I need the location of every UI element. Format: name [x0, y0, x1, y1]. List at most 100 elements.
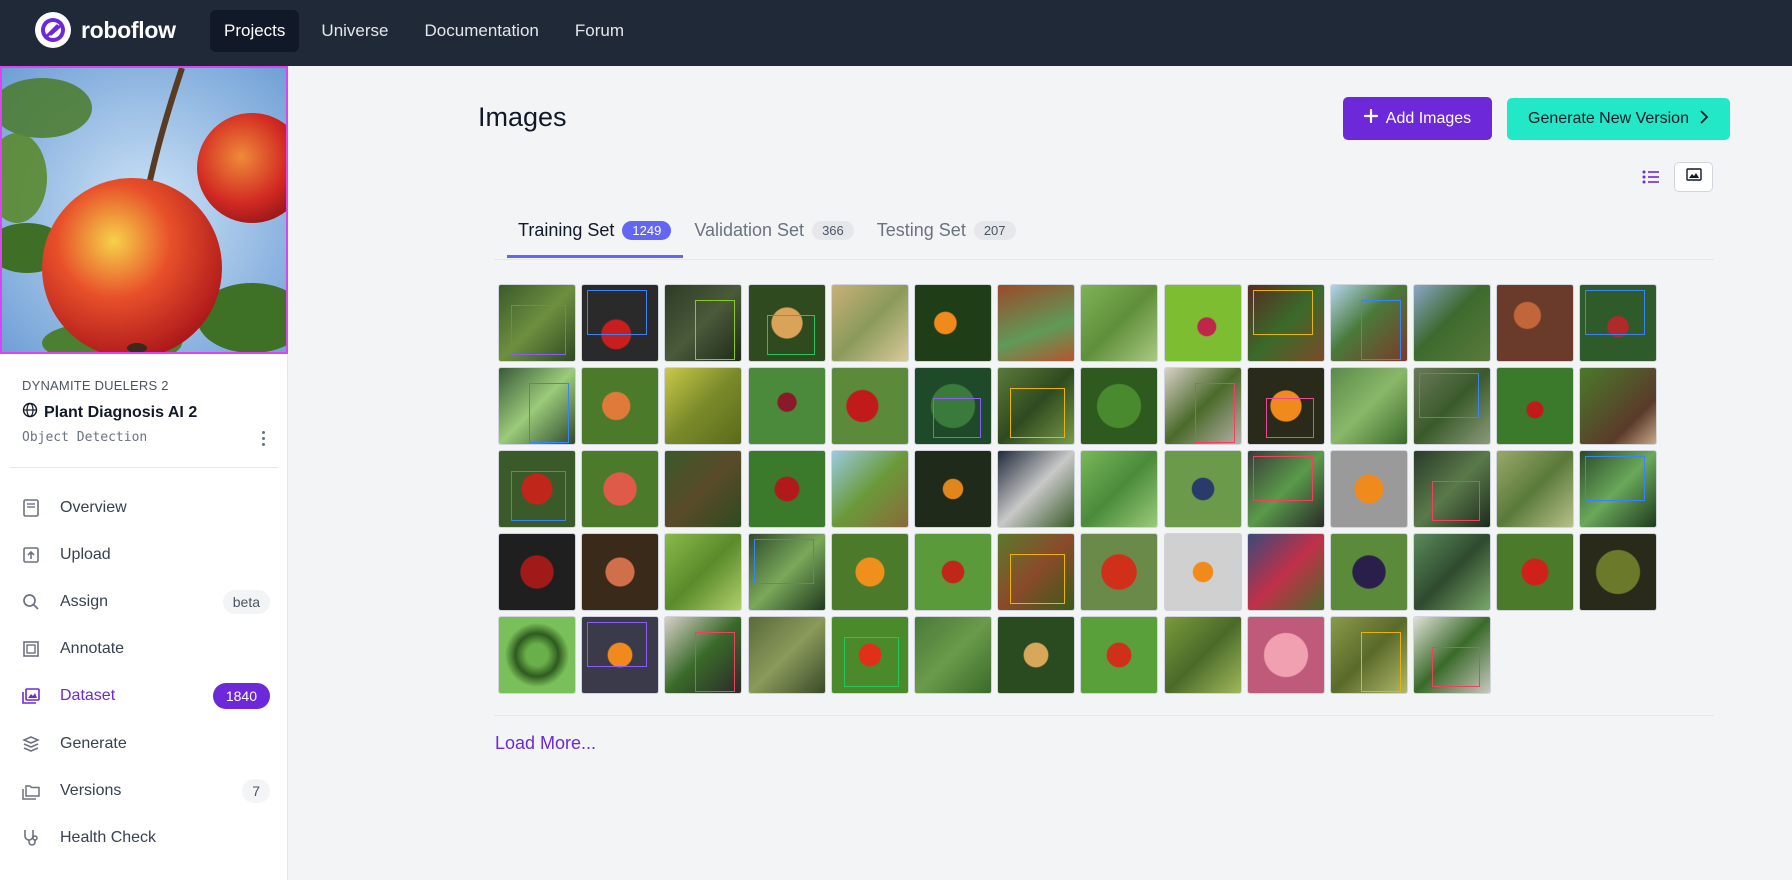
image-thumbnail[interactable] [913, 284, 992, 362]
image-thumbnail[interactable] [581, 450, 660, 528]
sidebar-item-dataset[interactable]: Dataset 1840 [0, 673, 288, 720]
image-thumbnail[interactable] [997, 616, 1076, 694]
image-thumbnail[interactable] [498, 284, 576, 362]
add-images-button[interactable]: Add Images [1343, 97, 1492, 140]
nav-link-projects[interactable]: Projects [210, 10, 300, 52]
image-thumbnail[interactable] [498, 367, 576, 445]
image-thumbnail[interactable] [1163, 616, 1242, 694]
image-thumbnail[interactable] [997, 284, 1076, 362]
sidebar-item-overview[interactable]: Overview [0, 484, 288, 531]
upload-icon [20, 544, 42, 566]
annotation-box [511, 471, 566, 521]
image-thumbnail[interactable] [1163, 284, 1242, 362]
image-thumbnail[interactable] [1080, 616, 1159, 694]
image-thumbnail[interactable] [664, 367, 743, 445]
tab-validation-set[interactable]: Validation Set 366 [683, 208, 865, 258]
image-thumbnail[interactable] [997, 367, 1076, 445]
image-thumbnail[interactable] [581, 533, 660, 611]
image-thumbnail[interactable] [1163, 533, 1242, 611]
image-thumbnail[interactable] [498, 533, 576, 611]
tab-testing-set[interactable]: Testing Set 207 [866, 208, 1028, 258]
image-thumbnail[interactable] [1579, 284, 1658, 362]
image-thumbnail[interactable] [1080, 450, 1159, 528]
image-thumbnail[interactable] [1246, 367, 1325, 445]
image-thumbnail[interactable] [1496, 284, 1575, 362]
image-thumbnail[interactable] [664, 284, 743, 362]
image-thumbnail[interactable] [1246, 450, 1325, 528]
image-thumbnail[interactable] [1496, 533, 1575, 611]
sidebar-item-health-check[interactable]: Health Check [0, 814, 288, 861]
image-thumbnail[interactable] [747, 450, 826, 528]
image-view-button[interactable] [1674, 162, 1713, 192]
image-thumbnail[interactable] [664, 616, 743, 694]
nav-link-documentation[interactable]: Documentation [411, 10, 553, 52]
image-thumbnail[interactable] [664, 533, 743, 611]
image-thumbnail[interactable] [498, 616, 576, 694]
image-thumbnail[interactable] [913, 616, 992, 694]
image-thumbnail[interactable] [1163, 367, 1242, 445]
image-thumbnail[interactable] [1579, 367, 1658, 445]
image-thumbnail[interactable] [913, 533, 992, 611]
annotation-box [1265, 398, 1314, 438]
image-thumbnail[interactable] [1329, 284, 1408, 362]
image-thumbnail[interactable] [1413, 367, 1492, 445]
image-thumbnail[interactable] [1413, 533, 1492, 611]
image-thumbnail[interactable] [1413, 450, 1492, 528]
image-thumbnail[interactable] [997, 533, 1076, 611]
image-thumbnail[interactable] [1163, 450, 1242, 528]
list-view-icon[interactable] [1640, 166, 1662, 188]
image-thumbnail[interactable] [1329, 450, 1408, 528]
image-thumbnail[interactable] [1080, 533, 1159, 611]
image-thumbnail[interactable] [830, 616, 909, 694]
image-thumbnail[interactable] [1246, 616, 1325, 694]
image-thumbnail[interactable] [830, 284, 909, 362]
image-thumbnail[interactable] [747, 533, 826, 611]
image-thumbnail[interactable] [581, 284, 660, 362]
project-cover-image[interactable] [0, 66, 288, 354]
image-thumbnail[interactable] [1413, 284, 1492, 362]
image-thumbnail[interactable] [1246, 533, 1325, 611]
tab-training-set[interactable]: Training Set 1249 [507, 208, 684, 258]
image-thumbnail[interactable] [913, 450, 992, 528]
project-name: Plant Diagnosis AI 2 [44, 403, 198, 421]
image-thumbnail[interactable] [830, 367, 909, 445]
nav-link-universe[interactable]: Universe [307, 10, 402, 52]
brand[interactable]: roboflow [35, 12, 176, 48]
image-thumbnail[interactable] [581, 616, 660, 694]
sidebar-item-versions[interactable]: Versions 7 [0, 767, 288, 814]
image-icon [1685, 168, 1702, 186]
image-thumbnail[interactable] [1496, 450, 1575, 528]
nav-link-forum[interactable]: Forum [561, 10, 638, 52]
image-thumbnail[interactable] [913, 367, 992, 445]
image-thumbnail[interactable] [1080, 284, 1159, 362]
image-thumbnail[interactable] [1579, 450, 1658, 528]
load-more-link[interactable]: Load More... [495, 733, 596, 754]
more-options-icon[interactable] [254, 428, 272, 448]
image-thumbnail[interactable] [747, 616, 826, 694]
image-thumbnail[interactable] [581, 367, 660, 445]
image-thumbnail[interactable] [1579, 533, 1658, 611]
sidebar-item-upload[interactable]: Upload [0, 531, 288, 578]
tab-label: Validation Set [694, 219, 805, 240]
image-thumbnail[interactable] [1496, 367, 1575, 445]
image-thumbnail[interactable] [1080, 367, 1159, 445]
image-thumbnail[interactable] [1329, 616, 1408, 694]
image-thumbnail[interactable] [664, 450, 743, 528]
image-thumbnail[interactable] [830, 533, 909, 611]
image-thumbnail[interactable] [1329, 367, 1408, 445]
image-thumbnail[interactable] [747, 367, 826, 445]
image-thumbnail[interactable] [1413, 616, 1492, 694]
dataset-tabs: Training Set 1249 Validation Set 366 Tes… [507, 208, 1028, 258]
image-thumbnail[interactable] [1246, 284, 1325, 362]
sidebar-item-annotate[interactable]: Annotate [0, 626, 288, 673]
image-thumbnail[interactable] [498, 450, 576, 528]
sidebar-item-assign[interactable]: Assign beta [0, 578, 288, 625]
stethoscope-icon [20, 827, 42, 849]
image-thumbnail[interactable] [747, 284, 826, 362]
generate-new-version-button[interactable]: Generate New Version [1507, 98, 1730, 140]
image-thumbnail[interactable] [1329, 533, 1408, 611]
project-type: Object Detection [22, 430, 148, 445]
image-thumbnail[interactable] [830, 450, 909, 528]
sidebar-item-generate[interactable]: Generate [0, 720, 288, 767]
image-thumbnail[interactable] [997, 450, 1076, 528]
